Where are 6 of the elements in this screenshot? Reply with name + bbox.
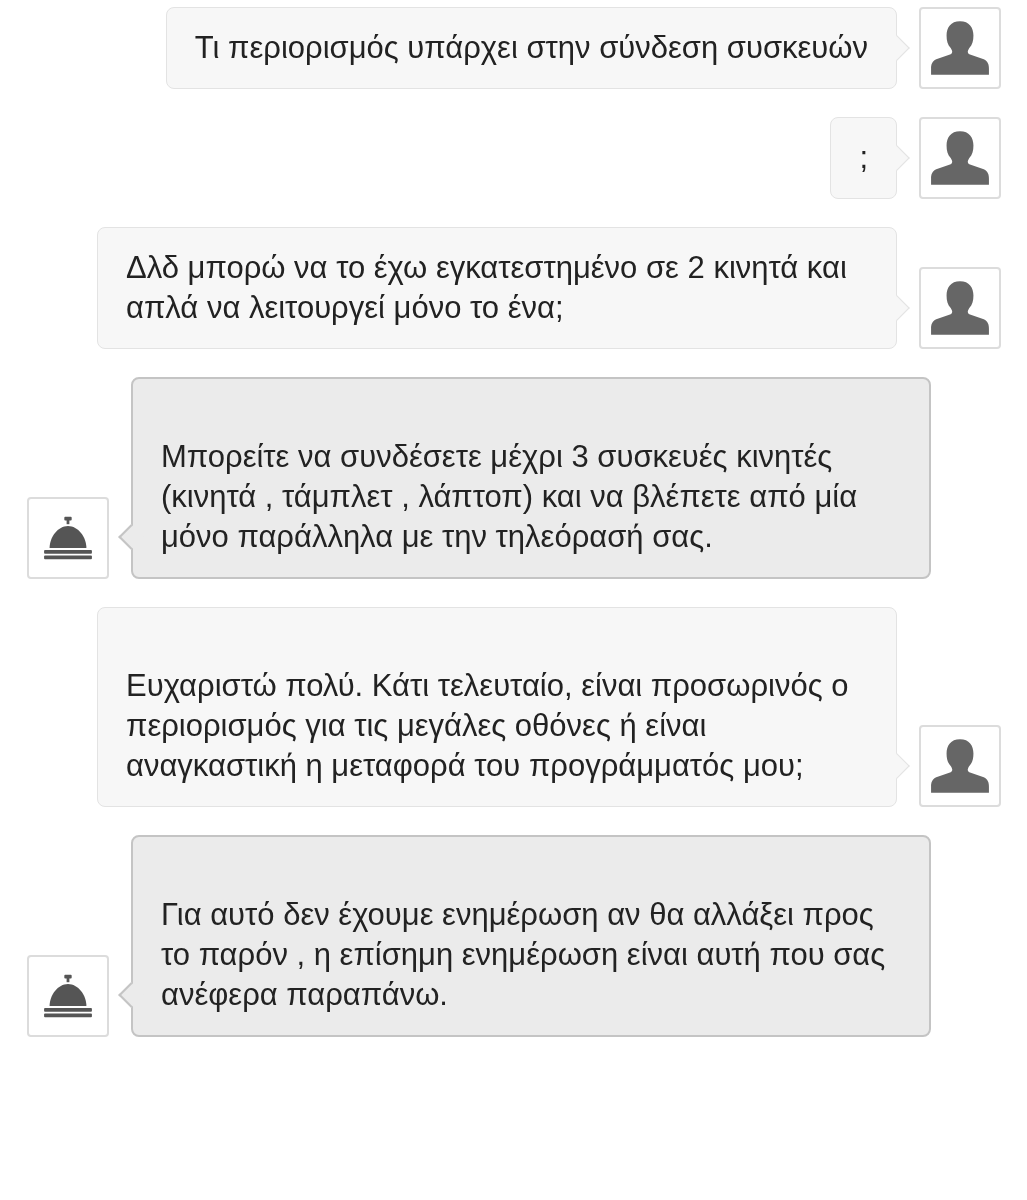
message-text: Μπορείτε να συνδέσετε μέχρι 3 συσκευές κινητές (κινητά , τάμπλετ , λάπτοπ) και να βλέπετε από μία μόνο παράλληλα με την τηλεόρασή σας. [161,438,859,556]
message-text: Για αυτό δεν έχουμε ενημέρωση αν θα αλλάξει προς το παρόν , η επίσημη ενημέρωση είναι αυτή που σας ανέφερα παραπάνω. [161,896,887,1014]
message-text: Δλδ μπορώ να το έχω εγκατεστημένο σε 2 κινητά και απλά να λειτουργεί μόνο το ένα; [126,249,848,327]
message-text: Τι περιορισμός υπάρχει στην σύνδεση συσκευών [194,29,868,67]
message-text: ; [859,139,868,177]
message-text: Ευχαριστώ πολύ. Κάτι τελευταίο, είναι προσωρινός ο περιορισμός για τις μεγάλες οθόνες ή είναι αναγκαστική η μεταφορά του προγράμματός μου; [126,667,850,785]
